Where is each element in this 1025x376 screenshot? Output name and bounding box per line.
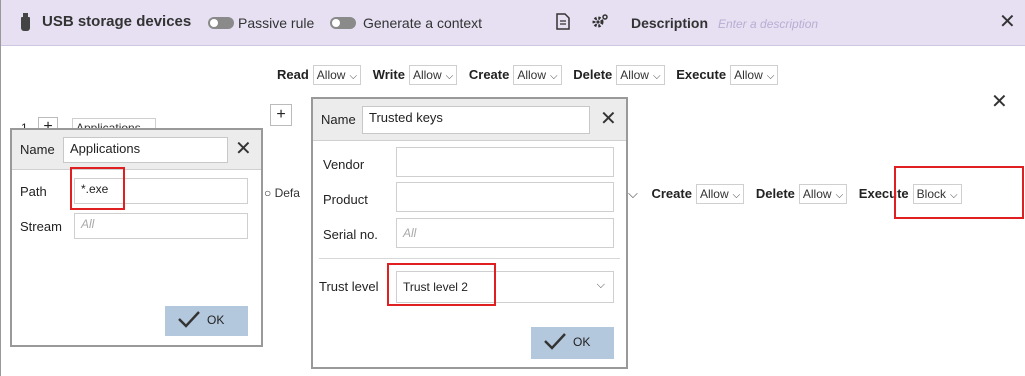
app-ok-label: OK [207, 313, 225, 327]
write-label: Write [372, 67, 405, 82]
delete-select-2[interactable]: Allow ⌵ [798, 184, 848, 204]
rule-header: USB storage devices Passive rule Generat… [1, 0, 1025, 46]
window-frame: USB storage devices Passive rule Generat… [0, 0, 1025, 376]
trusted-ok-label: OK [573, 335, 591, 349]
create-label-2: Create [651, 186, 692, 201]
passive-rule-toggle[interactable] [208, 17, 234, 29]
serial-label: Serial no. [323, 227, 378, 242]
trust-level-label: Trust level [319, 279, 379, 294]
check-icon [544, 333, 566, 350]
read-select[interactable]: Allow ⌵ [312, 65, 362, 85]
trusted-separator [319, 258, 620, 259]
create-select[interactable]: Allow ⌵ [513, 65, 562, 85]
trusted-ok-button[interactable]: OK [531, 327, 614, 359]
rule-title: USB storage devices [42, 13, 192, 30]
execute-select[interactable]: Allow ⌵ [730, 65, 779, 85]
close-row-icon[interactable]: ✕ [991, 92, 1008, 112]
applications-popup: Name Applications ✕ Path *.exe Stream Al… [10, 128, 263, 347]
app-popup-close-icon[interactable]: ✕ [235, 139, 252, 159]
trusted-name-label: Name [321, 112, 356, 127]
delete-select[interactable]: Allow ⌵ [616, 65, 665, 85]
generate-context-label: Generate a context [363, 15, 483, 31]
product-input[interactable] [396, 182, 614, 212]
app-ok-button[interactable]: OK [165, 306, 248, 336]
path-label: Path [20, 184, 47, 199]
app-name-label: Name [20, 142, 55, 157]
execute-highlight [894, 166, 1024, 219]
trust-level-highlight [387, 263, 496, 306]
trusted-name-input[interactable]: Trusted keys [362, 106, 590, 134]
passive-rule-label: Passive rule [238, 15, 315, 31]
default-radio[interactable]: ○ Defa [264, 186, 300, 200]
delete-label-2: Delete [755, 186, 795, 201]
read-label: Read [277, 67, 309, 82]
document-icon[interactable] [556, 13, 570, 35]
product-label: Product [323, 192, 368, 207]
gear-icon[interactable] [591, 13, 609, 35]
usb-icon [21, 13, 30, 31]
close-rule-icon[interactable]: ✕ [999, 12, 1016, 32]
create-label: Create [468, 67, 510, 82]
trusted-popup-header: Name Trusted keys ✕ [313, 99, 626, 141]
app-name-input[interactable]: Applications [63, 137, 228, 163]
stream-label: Stream [20, 219, 62, 234]
path-highlight [70, 167, 125, 210]
delete-label: Delete [573, 67, 613, 82]
stream-input[interactable]: All [74, 213, 248, 239]
chevron-down-icon: ⌵ [596, 279, 605, 291]
create-select-2[interactable]: Allow ⌵ [695, 184, 745, 204]
vendor-label: Vendor [323, 157, 365, 172]
description-label: Description [631, 15, 709, 31]
applications-popup-header: Name Applications ✕ [12, 130, 261, 170]
write-select[interactable]: Allow ⌵ [408, 65, 458, 85]
trusted-keys-popup: Name Trusted keys ✕ Vendor Product Seria… [311, 97, 628, 369]
execute-label: Execute [676, 67, 727, 82]
permissions-row-top: Read Allow ⌵ Write Allow ⌵ Create Allow ⌵ Dele… [277, 65, 786, 85]
trusted-popup-close-icon[interactable]: ✕ [600, 109, 617, 129]
check-icon [178, 311, 200, 328]
add-button[interactable]: + [270, 104, 292, 126]
vendor-input[interactable] [396, 147, 614, 177]
serial-input[interactable]: All [396, 218, 614, 248]
generate-context-toggle[interactable] [330, 17, 356, 29]
description-input[interactable]: Enter a description [718, 15, 818, 33]
